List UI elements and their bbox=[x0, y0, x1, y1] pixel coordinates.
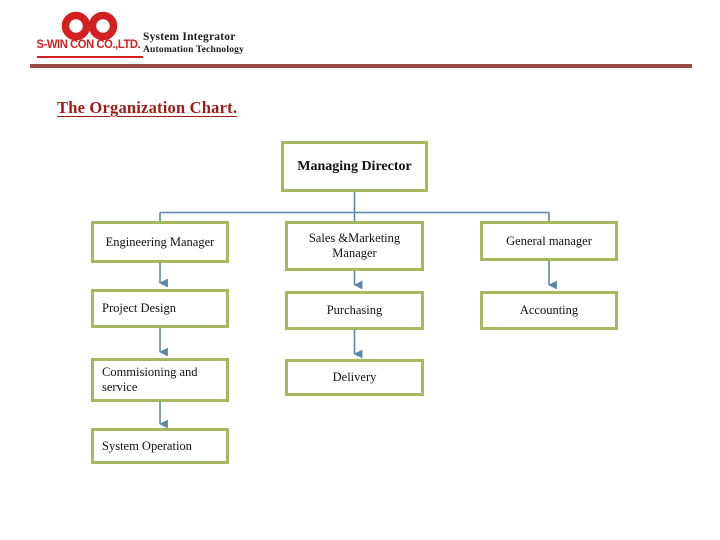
node-label: Commisioning and service bbox=[102, 365, 198, 394]
node-label: Project Design bbox=[102, 301, 176, 315]
node-engineering-manager[interactable]: Engineering Manager bbox=[91, 221, 229, 263]
node-general-manager[interactable]: General manager bbox=[480, 221, 618, 261]
node-commisioning-and-service[interactable]: Commisioning and service bbox=[91, 358, 229, 402]
node-sales-marketing-manager[interactable]: Sales &Marketing Manager bbox=[285, 221, 424, 271]
node-label: Delivery bbox=[332, 370, 377, 384]
node-label: System Operation bbox=[102, 438, 192, 453]
node-label: Sales &Marketing Manager bbox=[308, 231, 401, 260]
node-project-design[interactable]: Project Design bbox=[91, 289, 229, 328]
node-label: Managing Director bbox=[297, 159, 412, 174]
node-label: Engineering Manager bbox=[105, 234, 215, 249]
node-accounting[interactable]: Accounting bbox=[480, 291, 618, 330]
node-system-operation[interactable]: System Operation bbox=[91, 428, 229, 464]
slide-canvas: S-WIN CON CO.,LTD. System Integrator Aut… bbox=[0, 0, 720, 540]
organization-chart: Managing Director Engineering Manager Sa… bbox=[0, 0, 720, 540]
node-purchasing[interactable]: Purchasing bbox=[285, 291, 424, 330]
node-label: General manager bbox=[506, 233, 592, 248]
node-managing-director[interactable]: Managing Director bbox=[281, 141, 428, 192]
node-label: Purchasing bbox=[326, 303, 383, 317]
node-label: Accounting bbox=[519, 303, 579, 317]
node-delivery[interactable]: Delivery bbox=[285, 359, 424, 396]
